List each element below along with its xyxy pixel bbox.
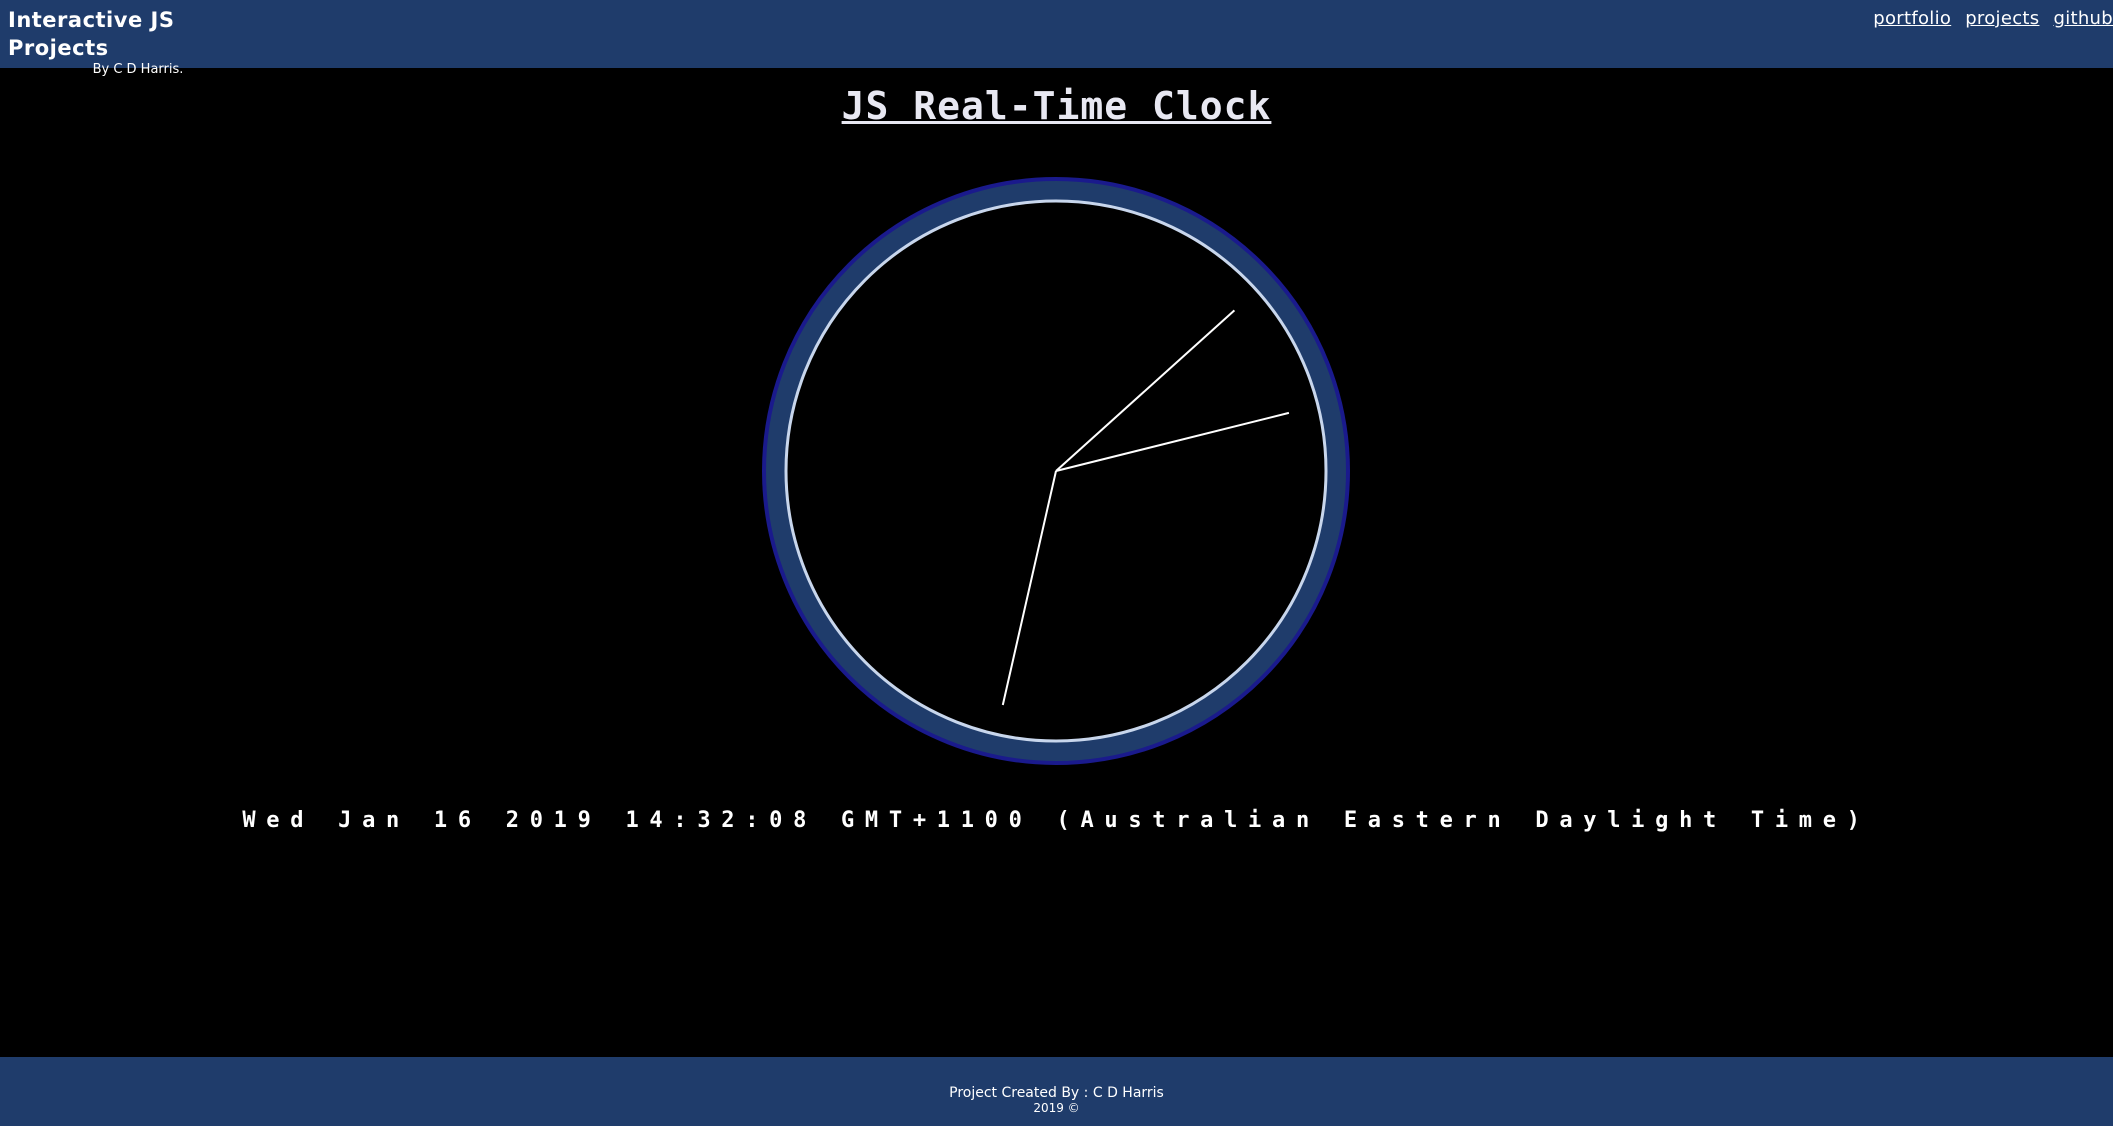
footer-credit: Project Created By : C D Harris <box>949 1085 1164 1101</box>
nav-link-portfolio[interactable]: portfolio <box>1873 8 1951 29</box>
brand-subtitle: By C D Harris. <box>92 62 184 77</box>
nav-link-github[interactable]: github <box>2053 8 2113 29</box>
nav-links: portfolio projects github <box>1873 8 2113 29</box>
analog-clock <box>762 177 1350 765</box>
footer-year: 2019 © <box>1033 1101 1080 1115</box>
page-title: JS Real-Time Clock <box>841 84 1272 128</box>
brand-title: Interactive JS Projects <box>8 8 175 60</box>
brand: Interactive JS Projects By C D Harris. <box>8 6 268 78</box>
top-navbar: Interactive JS Projects By C D Harris. p… <box>0 0 2113 77</box>
footer: Project Created By : C D Harris 2019 © <box>0 1057 2113 1126</box>
nav-link-projects[interactable]: projects <box>1965 8 2039 29</box>
date-time-display: Wed Jan 16 2019 14:32:08 GMT+1100 (Austr… <box>242 808 1871 833</box>
